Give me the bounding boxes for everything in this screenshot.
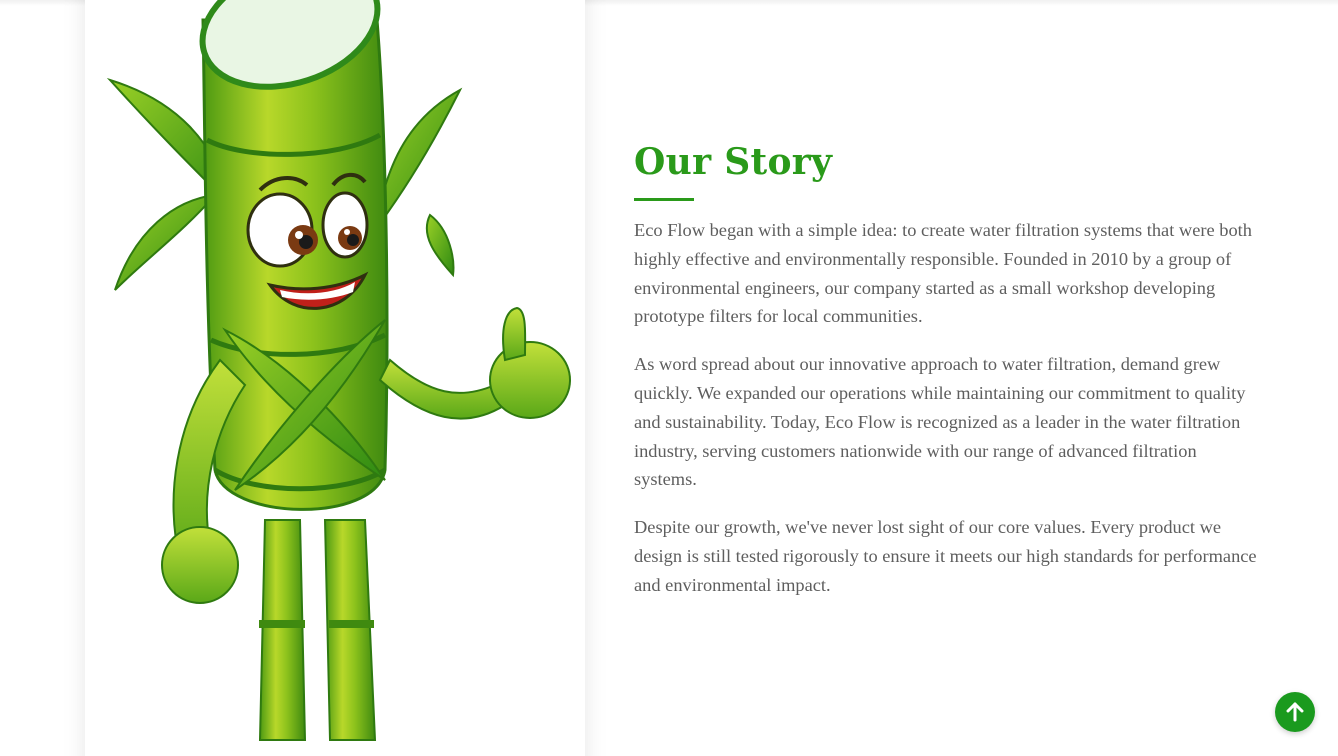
our-story-section: Our Story Eco Flow began with a simple i…: [634, 138, 1264, 619]
sugarcane-mascot-illustration: [106, 0, 571, 741]
story-paragraph-3: Despite our growth, we've never lost sig…: [634, 517, 1257, 595]
mascot-image-card: [85, 0, 585, 756]
arrow-up-icon: [1286, 702, 1304, 722]
section-title: Our Story: [634, 141, 833, 183]
back-to-top-button[interactable]: [1275, 692, 1315, 732]
story-paragraph-1: Eco Flow began with a simple idea: to cr…: [634, 220, 1252, 327]
about-page: Our Story Eco Flow began with a simple i…: [0, 0, 1338, 756]
story-paragraph-2: As word spread about our innovative appr…: [634, 354, 1246, 490]
title-underline: [634, 198, 694, 201]
